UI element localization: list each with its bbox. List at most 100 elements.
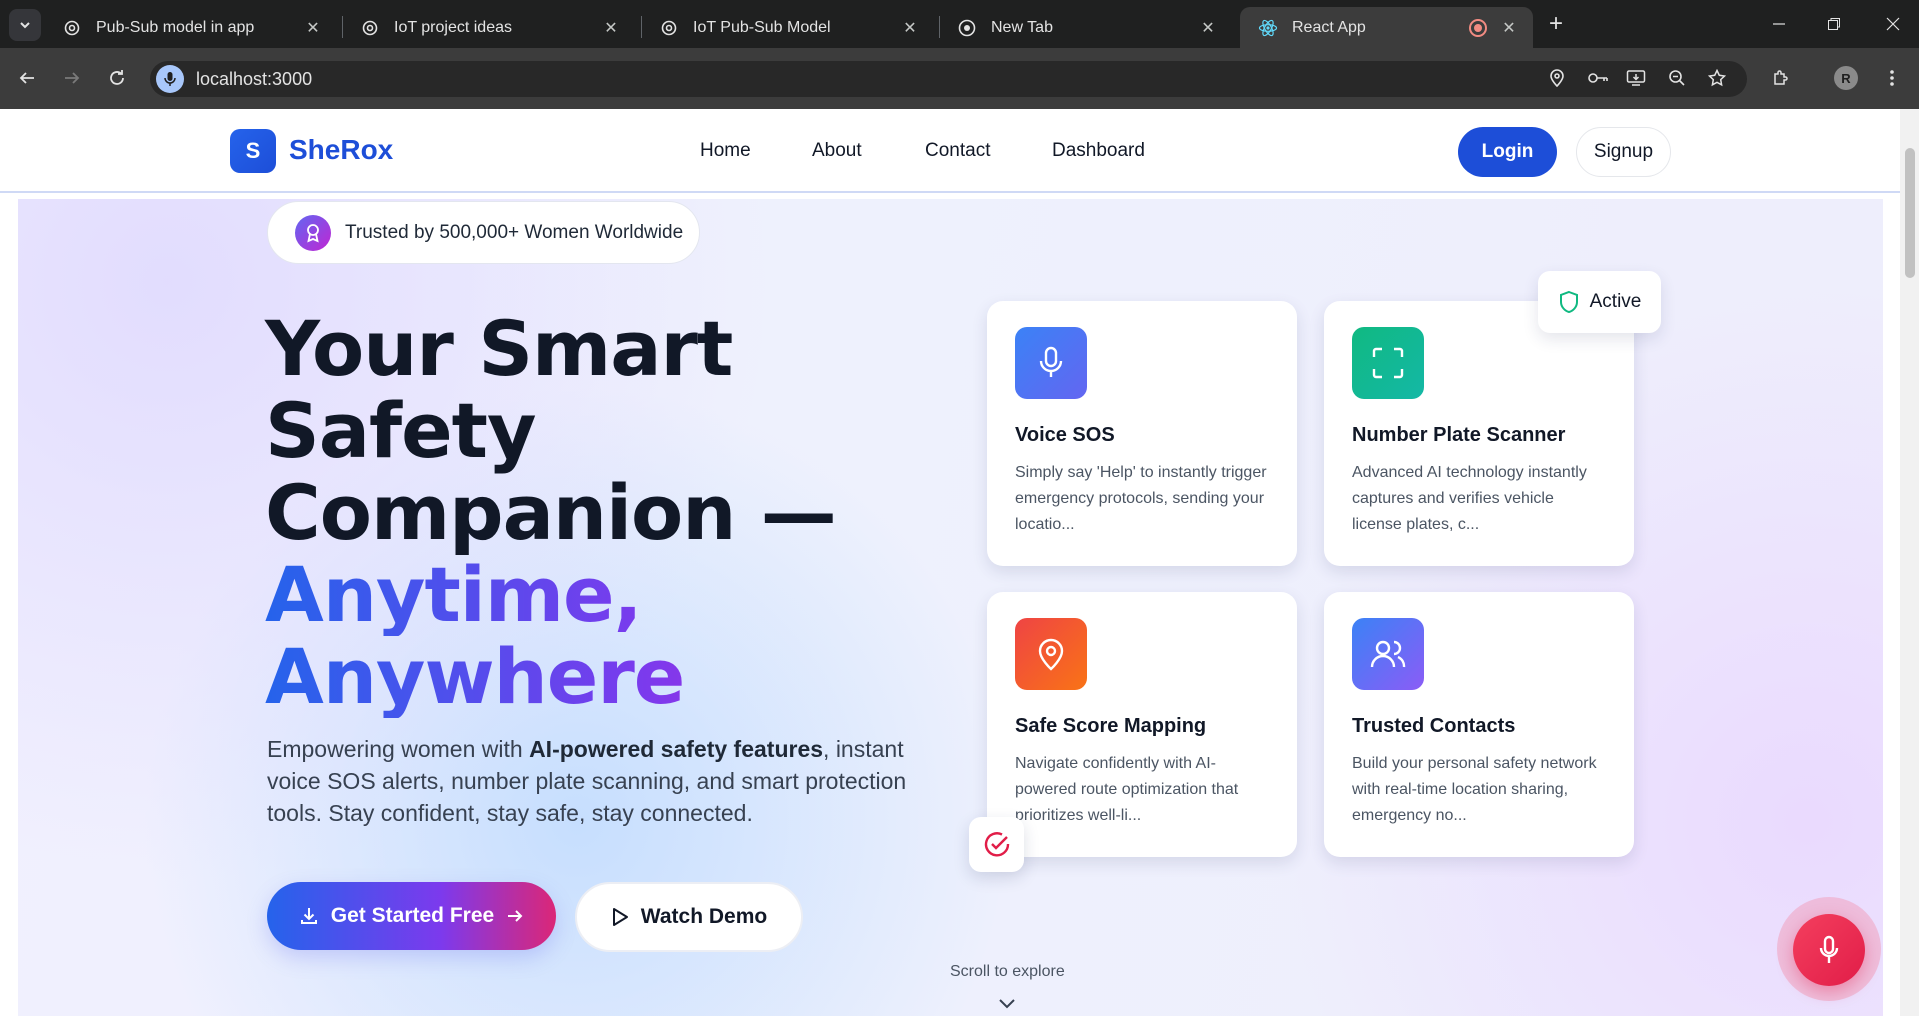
feature-card-safe-score[interactable]: Safe Score Mapping Navigate confidently … — [987, 592, 1297, 857]
reload-icon — [110, 70, 124, 85]
logo-badge[interactable]: S — [230, 129, 276, 173]
subtext-bold: AI-powered safety features — [529, 736, 824, 762]
close-tab-icon[interactable]: ✕ — [1198, 18, 1218, 38]
nav-link-about[interactable]: About — [812, 139, 862, 163]
arrow-left-icon — [19, 72, 34, 84]
scrollbar-thumb[interactable] — [1905, 148, 1915, 278]
hero-subtext: Empowering women with AI-powered safety … — [267, 733, 907, 829]
feature-card-plate-scanner[interactable]: Number Plate Scanner Advanced AI technol… — [1324, 301, 1634, 566]
feature-desc: Navigate confidently with AI-powered rou… — [1015, 755, 1239, 824]
minimize-icon — [1773, 23, 1785, 25]
close-tab-icon[interactable]: ✕ — [303, 18, 323, 38]
close-tab-icon[interactable]: ✕ — [900, 18, 920, 38]
users-icon — [1352, 618, 1424, 690]
status-label: Active — [1589, 291, 1642, 312]
watch-demo-button[interactable]: Watch Demo — [575, 882, 803, 952]
react-icon — [1258, 18, 1278, 38]
nav-link-contact[interactable]: Contact — [925, 139, 990, 163]
feature-desc: Advanced AI technology instantly capture… — [1352, 464, 1587, 533]
key-icon[interactable] — [1582, 62, 1614, 94]
url-text[interactable]: localhost:3000 — [196, 67, 312, 91]
arrow-right-icon — [65, 72, 80, 84]
install-app-icon[interactable] — [1620, 62, 1652, 94]
page-viewport: S SheRox Home About Contact Dashboard Lo… — [0, 109, 1900, 1016]
reload-button[interactable] — [101, 62, 133, 94]
arrow-right-icon — [508, 910, 523, 922]
brand-name[interactable]: SheRox — [289, 130, 393, 170]
openai-icon — [659, 18, 679, 38]
tab-title: Pub-Sub model in app — [96, 18, 255, 36]
get-started-label: Get Started Free — [330, 904, 495, 927]
close-window-button[interactable] — [1867, 0, 1919, 48]
minimize-window-button[interactable] — [1753, 0, 1805, 48]
restore-icon — [1828, 18, 1840, 30]
download-icon — [300, 908, 317, 924]
nav-link-home[interactable]: Home — [700, 139, 751, 163]
hero-headline: Your Smart Safety Companion — Anytime, A… — [265, 308, 905, 718]
browser-tab-active[interactable]: React App ✕ — [1240, 7, 1533, 48]
new-tab-button[interactable]: + — [1541, 9, 1571, 39]
headline-line: Safety — [265, 386, 537, 475]
feature-desc: Build your personal safety network with … — [1352, 755, 1597, 824]
nav-link-dashboard[interactable]: Dashboard — [1052, 139, 1145, 163]
recording-icon — [1469, 18, 1487, 37]
openai-icon — [360, 18, 380, 38]
zoom-icon[interactable] — [1661, 62, 1693, 94]
headline-gradient-line: Anywhere — [265, 636, 905, 718]
map-pin-icon — [1015, 618, 1087, 690]
trust-badge: Trusted by 500,000+ Women Worldwide — [267, 201, 700, 264]
scroll-hint: Scroll to explore — [950, 963, 1065, 980]
feature-title: Voice SOS — [1015, 424, 1115, 446]
shield-icon — [1559, 290, 1578, 314]
tab-title: React App — [1292, 18, 1366, 36]
subtext-part: Empowering women with — [267, 736, 530, 762]
check-badge — [969, 817, 1024, 872]
voice-sos-fab[interactable] — [1793, 914, 1865, 986]
scan-icon — [1352, 327, 1424, 399]
get-started-button[interactable]: Get Started Free — [267, 882, 556, 950]
openai-icon — [62, 18, 82, 38]
extensions-icon[interactable] — [1765, 62, 1797, 94]
headline-line: Your Smart — [265, 304, 733, 393]
tab-title: IoT Pub-Sub Model — [693, 18, 831, 36]
check-circle-icon — [984, 831, 1009, 856]
feature-title: Number Plate Scanner — [1352, 424, 1566, 446]
bookmark-star-icon[interactable] — [1701, 62, 1733, 94]
headline-line: Companion — — [265, 468, 837, 557]
tab-search-button[interactable] — [9, 9, 41, 41]
forward-button[interactable] — [56, 62, 88, 94]
feature-title: Safe Score Mapping — [1015, 715, 1207, 737]
feature-title: Trusted Contacts — [1352, 715, 1516, 737]
chevron-down-icon — [20, 22, 30, 29]
feature-card-trusted-contacts[interactable]: Trusted Contacts Build your personal saf… — [1324, 592, 1634, 857]
close-tab-icon[interactable]: ✕ — [1499, 18, 1519, 38]
microphone-icon — [164, 72, 176, 86]
headline-gradient-line: Anytime, — [265, 554, 905, 636]
feature-card-voice-sos[interactable]: Voice SOS Simply say 'Help' to instantly… — [987, 301, 1297, 566]
microphone-icon — [1819, 935, 1839, 963]
play-icon — [612, 908, 628, 926]
trust-badge-text: Trusted by 500,000+ Women Worldwide — [345, 221, 684, 243]
browser-tab[interactable]: New Tab ✕ — [939, 7, 1232, 48]
address-bar[interactable] — [150, 61, 1747, 97]
signup-button[interactable]: Signup — [1576, 127, 1671, 177]
chevron-down-icon[interactable] — [995, 991, 1019, 1015]
login-button[interactable]: Login — [1458, 127, 1557, 177]
browser-tab[interactable]: IoT project ideas ✕ — [342, 7, 635, 48]
award-icon — [295, 214, 331, 251]
tab-title: New Tab — [991, 18, 1053, 36]
status-badge: Active — [1538, 271, 1661, 333]
menu-kebab-icon[interactable] — [1876, 62, 1908, 94]
profile-avatar[interactable]: R — [1834, 66, 1858, 90]
close-tab-icon[interactable]: ✕ — [601, 18, 621, 38]
feature-desc: Simply say 'Help' to instantly trigger e… — [1015, 464, 1267, 533]
watch-demo-label: Watch Demo — [640, 905, 768, 928]
close-icon — [1886, 17, 1900, 31]
tab-title: IoT project ideas — [394, 18, 512, 36]
restore-window-button[interactable] — [1808, 0, 1860, 48]
site-info-button[interactable] — [156, 65, 184, 93]
browser-tab[interactable]: IoT Pub-Sub Model ✕ — [641, 7, 934, 48]
location-icon[interactable] — [1541, 62, 1573, 94]
back-button[interactable] — [11, 62, 43, 94]
browser-tab[interactable]: Pub-Sub model in app ✕ — [44, 7, 337, 48]
